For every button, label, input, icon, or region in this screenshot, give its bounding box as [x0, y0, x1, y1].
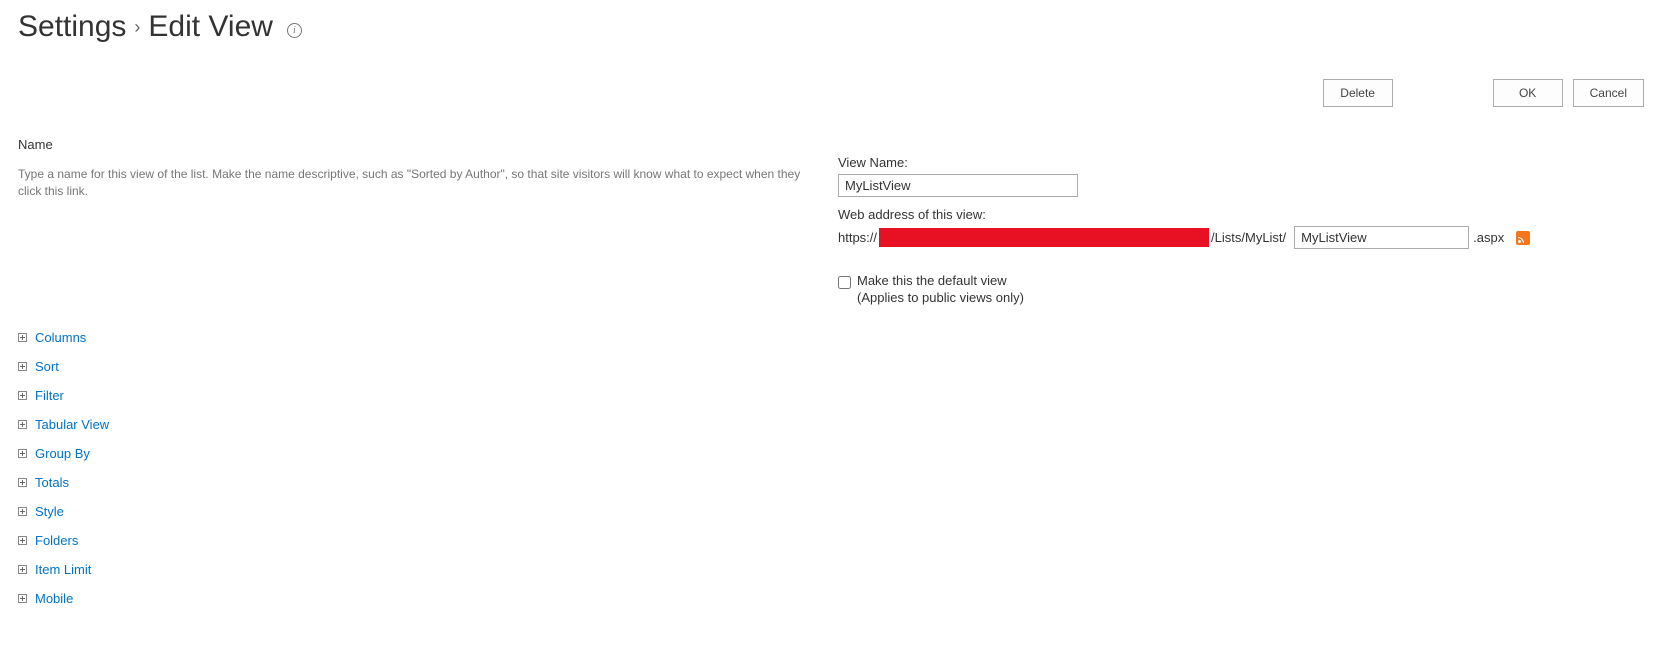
- info-icon[interactable]: i: [287, 23, 302, 38]
- url-prefix-text: https://: [838, 230, 877, 245]
- expand-row-sort[interactable]: Sort: [18, 359, 1644, 374]
- expand-link-label[interactable]: Sort: [35, 359, 59, 374]
- name-section-description: Type a name for this view of the list. M…: [18, 166, 818, 200]
- view-name-input[interactable]: [838, 174, 1078, 197]
- expand-row-tabular-view[interactable]: Tabular View: [18, 417, 1644, 432]
- default-view-checkbox[interactable]: [838, 276, 851, 289]
- name-section: Name Type a name for this view of the li…: [18, 137, 1644, 305]
- name-section-title: Name: [18, 137, 818, 152]
- breadcrumb-current: Edit View: [148, 10, 273, 44]
- expand-link-label[interactable]: Filter: [35, 388, 64, 403]
- expand-icon[interactable]: [18, 565, 27, 574]
- expand-row-group-by[interactable]: Group By: [18, 446, 1644, 461]
- expand-icon[interactable]: [18, 391, 27, 400]
- name-section-description-col: Name Type a name for this view of the li…: [18, 137, 838, 200]
- ok-button[interactable]: OK: [1493, 79, 1563, 107]
- cancel-button[interactable]: Cancel: [1573, 79, 1644, 107]
- web-address-row: https:// /Lists/MyList/ .aspx: [838, 226, 1644, 249]
- expand-icon[interactable]: [18, 536, 27, 545]
- url-mid-text: /Lists/MyList/: [1211, 230, 1286, 245]
- button-spacer: [1403, 79, 1483, 107]
- breadcrumb-separator-icon: ›: [134, 17, 140, 38]
- expand-icon[interactable]: [18, 507, 27, 516]
- default-view-checkbox-sublabel: (Applies to public views only): [857, 290, 1024, 305]
- expand-link-label[interactable]: Style: [35, 504, 64, 519]
- delete-button[interactable]: Delete: [1323, 79, 1393, 107]
- expand-icon[interactable]: [18, 594, 27, 603]
- expand-row-totals[interactable]: Totals: [18, 475, 1644, 490]
- url-suffix-text: .aspx: [1473, 230, 1504, 245]
- expand-icon[interactable]: [18, 449, 27, 458]
- view-name-label: View Name:: [838, 155, 1644, 170]
- name-section-fields-col: View Name: Web address of this view: htt…: [838, 137, 1644, 305]
- expand-link-label[interactable]: Item Limit: [35, 562, 91, 577]
- expand-row-style[interactable]: Style: [18, 504, 1644, 519]
- default-view-checkbox-row: Make this the default view (Applies to p…: [838, 273, 1644, 305]
- expand-link-label[interactable]: Mobile: [35, 591, 73, 606]
- expand-row-filter[interactable]: Filter: [18, 388, 1644, 403]
- expand-icon[interactable]: [18, 362, 27, 371]
- web-address-label: Web address of this view:: [838, 207, 1644, 222]
- expand-link-label[interactable]: Tabular View: [35, 417, 109, 432]
- rss-icon[interactable]: [1516, 231, 1530, 245]
- expand-row-mobile[interactable]: Mobile: [18, 591, 1644, 606]
- expand-link-label[interactable]: Columns: [35, 330, 86, 345]
- expand-link-label[interactable]: Folders: [35, 533, 78, 548]
- page-header: Settings › Edit View i: [18, 10, 1644, 44]
- expandable-sections: Columns Sort Filter Tabular View Group B…: [18, 330, 1644, 606]
- default-view-checkbox-label: Make this the default view: [857, 273, 1024, 288]
- expand-icon[interactable]: [18, 478, 27, 487]
- expand-row-columns[interactable]: Columns: [18, 330, 1644, 345]
- expand-icon[interactable]: [18, 420, 27, 429]
- expand-row-folders[interactable]: Folders: [18, 533, 1644, 548]
- expand-icon[interactable]: [18, 333, 27, 342]
- expand-link-label[interactable]: Group By: [35, 446, 90, 461]
- expand-row-item-limit[interactable]: Item Limit: [18, 562, 1644, 577]
- url-slug-input[interactable]: [1294, 226, 1469, 249]
- breadcrumb-parent[interactable]: Settings: [18, 10, 126, 44]
- expand-link-label[interactable]: Totals: [35, 475, 69, 490]
- url-redacted-block: [879, 228, 1209, 247]
- action-button-row: Delete OK Cancel: [18, 79, 1644, 107]
